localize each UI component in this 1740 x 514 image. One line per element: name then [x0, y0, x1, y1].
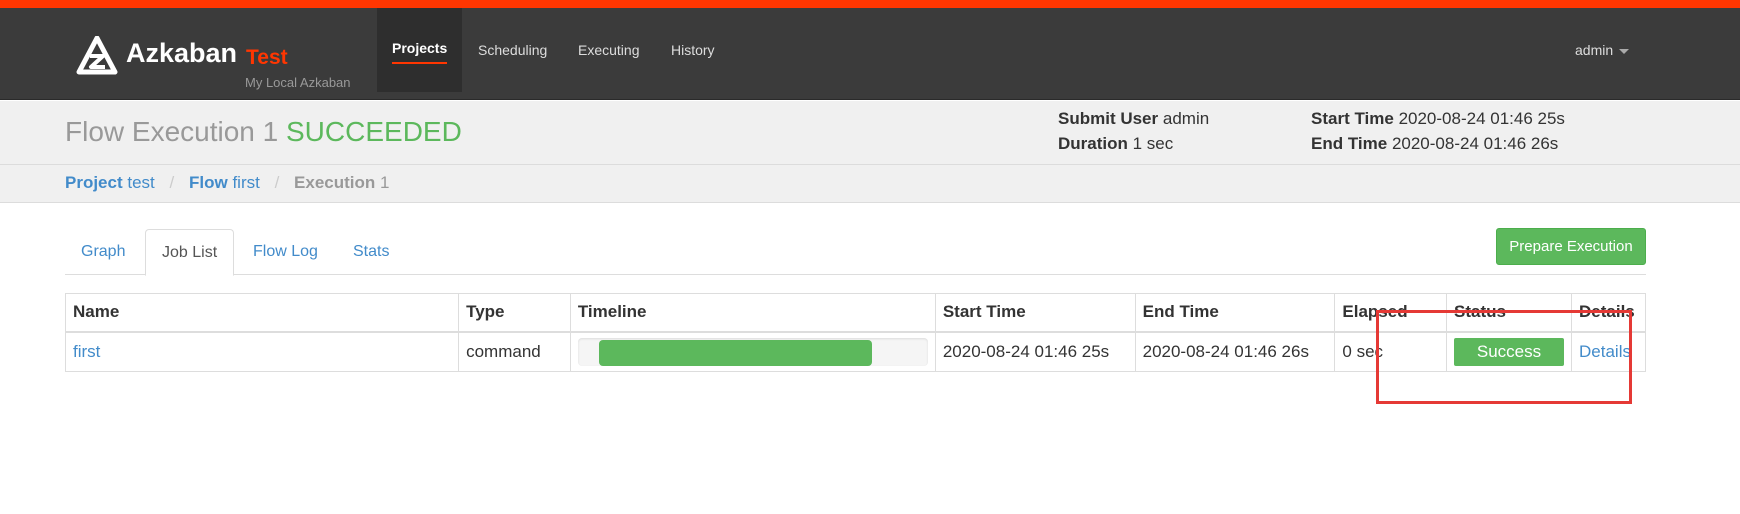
job-table: Name Type Timeline Start Time End Time E…: [64, 293, 1646, 372]
breadcrumb-project[interactable]: Project test: [65, 173, 155, 192]
breadcrumb-flow[interactable]: Flow first: [189, 173, 260, 192]
tab-bar: Graph Job List Flow Log Stats: [65, 229, 1646, 276]
nav-item-history[interactable]: History: [656, 8, 730, 92]
tab-flow-log[interactable]: Flow Log: [237, 229, 334, 275]
job-start-time: 2020-08-24 01:46 25s: [934, 331, 1136, 372]
job-elapsed: 0 sec: [1334, 331, 1448, 372]
title-status: SUCCEEDED: [286, 116, 462, 147]
column-header-elapsed: Elapsed: [1334, 293, 1448, 333]
tab-job-list[interactable]: Job List: [145, 229, 235, 276]
caret-down-icon: [1619, 48, 1630, 54]
page-title: Flow Execution 1 SUCCEEDED: [65, 116, 462, 148]
job-status-cell: Success: [1446, 331, 1573, 372]
column-header-start-time: Start Time: [934, 293, 1136, 333]
navbar: Azkaban Test My Local Azkaban: [0, 8, 1740, 100]
brand-environment: Test: [246, 46, 288, 69]
column-header-status: Status: [1446, 293, 1573, 333]
end-time-info: End Time 2020-08-24 01:46 26s: [1311, 134, 1558, 154]
duration-info: Duration 1 sec: [1058, 134, 1173, 154]
timeline-cell: [569, 331, 936, 372]
breadcrumb-separator: /: [169, 173, 175, 192]
table-header-row: Name Type Timeline Start Time End Time E…: [64, 293, 1646, 333]
column-header-details: Details: [1571, 293, 1646, 333]
status-badge: Success: [1454, 337, 1565, 366]
job-name-link[interactable]: first: [73, 342, 100, 361]
table-row: first command 2020-08-24 01:46 25s 2020-…: [64, 331, 1646, 372]
title-prefix: Flow Execution 1: [65, 116, 279, 147]
submit-user-label: Submit User: [1058, 109, 1159, 128]
end-time-label: End Time: [1311, 134, 1388, 153]
user-name: admin: [1575, 42, 1614, 58]
duration-value: 1 sec: [1132, 134, 1174, 153]
breadcrumb: Project test / Flow first / Execution 1: [65, 173, 389, 193]
nav-item-scheduling[interactable]: Scheduling: [463, 8, 562, 92]
nav-item-projects[interactable]: Projects: [377, 8, 463, 92]
tab-stats[interactable]: Stats: [337, 229, 405, 275]
breadcrumb-separator: /: [274, 173, 280, 192]
job-type: command: [458, 331, 571, 372]
prepare-execution-button[interactable]: Prepare Execution: [1496, 228, 1646, 265]
start-time-label: Start Time: [1311, 109, 1394, 128]
tab-graph[interactable]: Graph: [65, 229, 141, 275]
brand-subtitle: My Local Azkaban: [245, 75, 351, 90]
brand-name: Azkaban: [126, 38, 238, 68]
timeline-bar: [598, 339, 872, 366]
submit-user-value: admin: [1162, 109, 1210, 128]
column-header-timeline: Timeline: [569, 293, 936, 333]
breadcrumb-execution: Execution 1: [294, 173, 390, 192]
start-time-value: 2020-08-24 01:46 25s: [1398, 109, 1565, 128]
end-time-value: 2020-08-24 01:46 26s: [1391, 134, 1559, 153]
job-end-time: 2020-08-24 01:46 26s: [1134, 331, 1336, 372]
timeline-track: [577, 337, 928, 366]
column-header-type: Type: [458, 293, 571, 333]
column-header-name: Name: [64, 293, 460, 333]
details-link[interactable]: Details: [1579, 342, 1631, 361]
column-header-end-time: End Time: [1134, 293, 1336, 333]
azkaban-logo-icon: [76, 36, 118, 75]
top-accent-line: [0, 0, 1740, 8]
nav-item-executing[interactable]: Executing: [563, 8, 654, 92]
start-time-info: Start Time 2020-08-24 01:46 25s: [1311, 109, 1565, 129]
submit-user-info: Submit User admin: [1058, 109, 1209, 129]
user-menu[interactable]: admin: [1575, 8, 1630, 92]
duration-label: Duration: [1058, 134, 1128, 153]
